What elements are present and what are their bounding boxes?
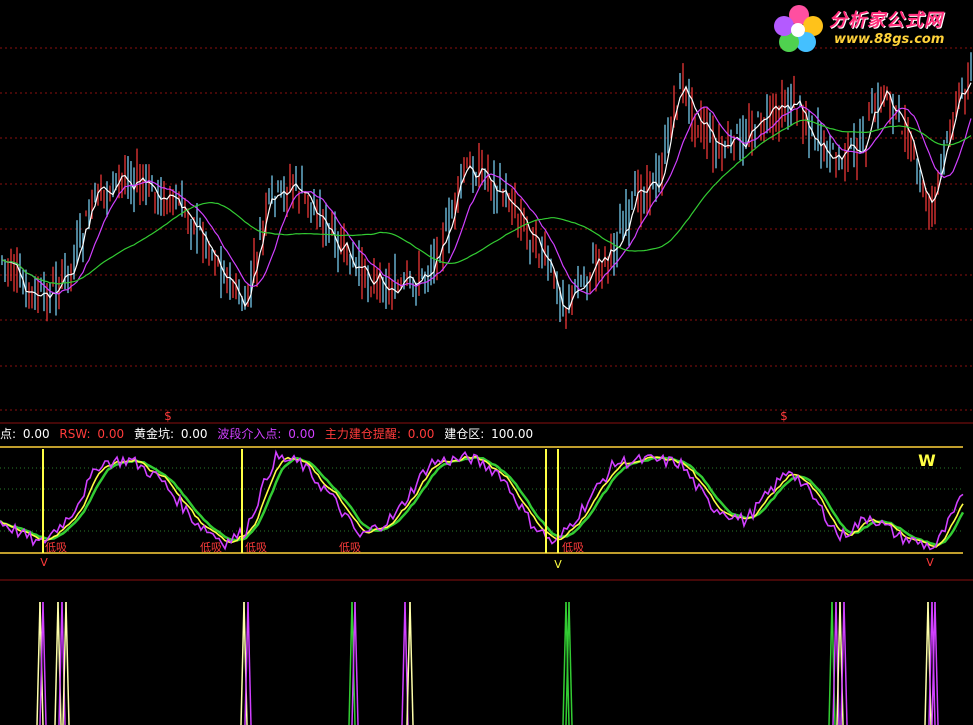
signal-bar bbox=[65, 601, 70, 725]
signal-bar bbox=[42, 601, 47, 725]
dollar-markers: $ $ bbox=[164, 409, 788, 423]
buy-signal-label: 低吸 bbox=[45, 541, 67, 554]
mid-ma-line bbox=[1, 105, 972, 295]
stock-chart: $ $ 低吸 低吸 低吸 低吸 低吸V V VW bbox=[0, 47, 973, 725]
flower-logo-icon bbox=[774, 5, 823, 52]
signal-bar bbox=[348, 601, 353, 725]
signal-bar bbox=[401, 601, 406, 725]
signal-bar bbox=[843, 601, 848, 725]
dollar-marker: $ bbox=[780, 409, 788, 423]
signal-bar bbox=[562, 601, 567, 725]
v-marker: V bbox=[554, 558, 562, 571]
signal-bar bbox=[54, 601, 59, 725]
candlesticks bbox=[1, 52, 972, 329]
buy-signal-label: 低吸 bbox=[562, 541, 584, 554]
v-marker: V bbox=[926, 556, 934, 569]
logo-url: www.88gs.com bbox=[834, 32, 945, 47]
v-marker: V bbox=[40, 556, 48, 569]
logo-title: 分析家公式网 bbox=[829, 10, 943, 31]
signal-bar bbox=[828, 601, 833, 725]
w-marker: W bbox=[918, 451, 936, 470]
signal-bar bbox=[247, 601, 252, 725]
legend-item: 建仓区: 100.00 bbox=[444, 427, 534, 441]
long-ma-line bbox=[1, 119, 972, 285]
legend-item: 点: 0.00 bbox=[0, 427, 50, 441]
site-logo[interactable]: 分析家公式网 www.88gs.com bbox=[772, 2, 972, 54]
dollar-marker: $ bbox=[164, 409, 172, 423]
buy-signal-label: 低吸 bbox=[339, 541, 361, 554]
signal-bar bbox=[568, 601, 573, 725]
legend-item: 波段介入点: 0.00 bbox=[217, 427, 315, 441]
signal-bar bbox=[240, 601, 245, 725]
buy-signal-label: 低吸 bbox=[200, 541, 222, 554]
legend-item: 黄金坑: 0.00 bbox=[133, 427, 208, 441]
signal-bar bbox=[36, 601, 41, 725]
buy-signal-label: 低吸 bbox=[245, 541, 267, 554]
signal-bar bbox=[406, 601, 411, 725]
signal-bar bbox=[924, 601, 929, 725]
price-grid bbox=[0, 47, 973, 411]
signal-bar bbox=[354, 601, 359, 725]
osc-purple-line bbox=[0, 449, 964, 551]
legend-item: RSW: 0.00 bbox=[59, 427, 125, 441]
signal-panel bbox=[36, 601, 939, 725]
oscillator-panel: 低吸 低吸 低吸 低吸 低吸V V VW bbox=[0, 446, 965, 571]
legend-item: 主力建仓提醒: 0.00 bbox=[324, 427, 435, 441]
indicator-legend: 点: 0.00 RSW: 0.00 黄金坑: 0.00 波段介入点: 0.00 … bbox=[0, 425, 539, 441]
signal-bar bbox=[409, 601, 414, 725]
signal-bar bbox=[934, 601, 939, 725]
